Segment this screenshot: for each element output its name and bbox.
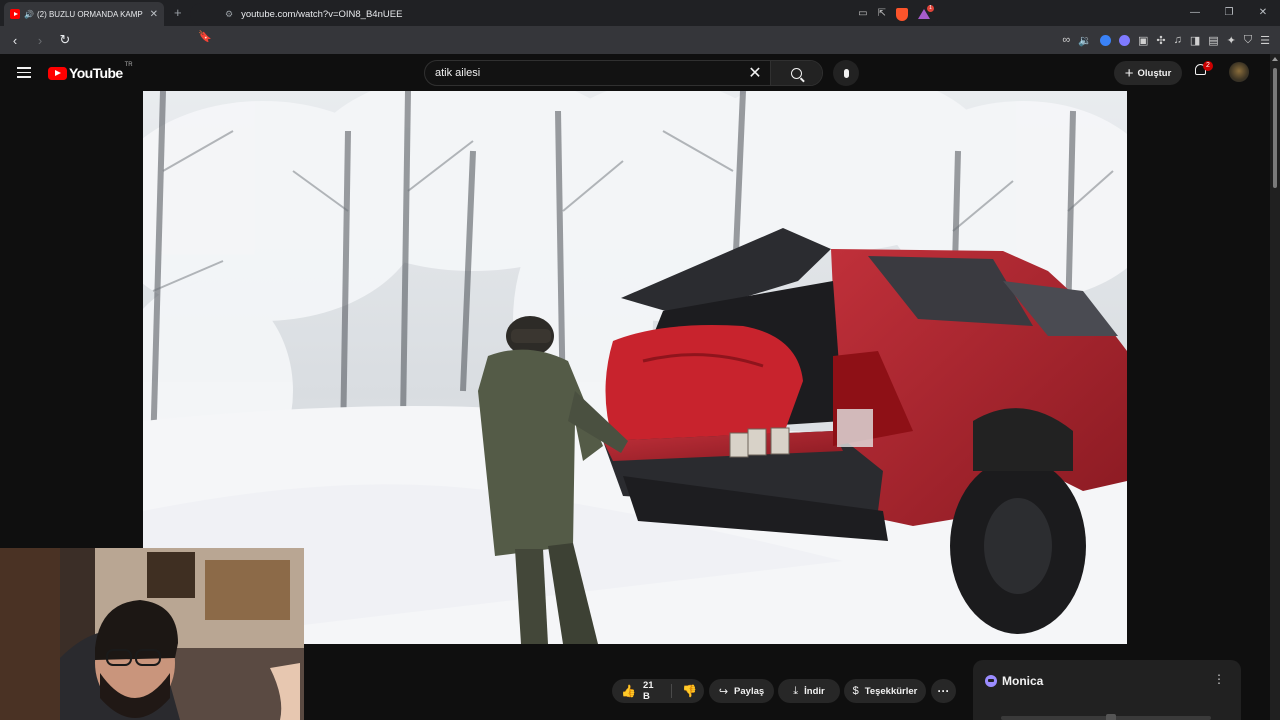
thanks-button[interactable]: $ Teşekkürler <box>844 679 926 703</box>
create-label: Oluştur <box>1137 67 1172 79</box>
window-controls: — ❐ ✕ <box>1178 0 1280 26</box>
notifications-button[interactable]: 2 <box>1193 61 1213 80</box>
puzzle-icon[interactable]: ✣ <box>1156 34 1165 47</box>
monica-logo-icon <box>985 675 997 687</box>
download-icon: ⤓ <box>793 684 799 697</box>
clear-search-icon[interactable]: ✕ <box>740 63 770 83</box>
download-button[interactable]: ⤓ İndir <box>778 679 840 703</box>
account-avatar[interactable] <box>1229 62 1249 82</box>
logo-wordmark: YouTube <box>69 65 123 81</box>
share-arrow-icon: ↪ <box>718 685 729 698</box>
download-label: İndir <box>804 685 825 697</box>
share-page-icon[interactable]: ⇱ <box>878 8 886 21</box>
monica-scrollbar[interactable] <box>1001 714 1211 720</box>
microphone-icon <box>843 68 849 78</box>
bookmark-icon[interactable]: 🔖 <box>198 30 212 43</box>
new-tab-button[interactable]: + <box>174 5 182 20</box>
address-bar-actions: ▭ ⇱ 1 <box>858 4 934 21</box>
blue-extension-icon[interactable] <box>1099 34 1111 46</box>
browser-tab-active[interactable]: 🔊 (2) BUZLU ORMANDA KAMP ✕ <box>4 2 164 26</box>
address-bar[interactable]: ⚙ youtube.com/watch?v=OIN8_B4nUEE ▭ ⇱ 1 <box>190 3 940 25</box>
super-thanks-icon: $ <box>852 685 859 697</box>
tab-title: (2) BUZLU ORMANDA KAMP <box>36 9 143 19</box>
close-window-icon[interactable]: ✕ <box>1246 0 1280 26</box>
extension-bar: ∞ 🔉 ▣ ✣ ♫ ◨ ▤ ✦ ⛉ ☰ <box>1062 26 1270 54</box>
share-label: Paylaş <box>734 685 765 697</box>
sidebar-icon[interactable]: ◨ <box>1190 34 1200 47</box>
search-icon <box>791 67 802 79</box>
scrollbar-thumb[interactable] <box>1273 68 1277 188</box>
youtube-header: YouTube TR atik ailesi ✕ + Oluştur 2 <box>0 54 1270 91</box>
youtube-play-logo-icon <box>48 66 67 80</box>
dislike-button[interactable]: 👎 <box>672 684 704 698</box>
thumbs-up-icon: 👍 <box>621 684 636 698</box>
minimize-icon[interactable]: — <box>1178 0 1212 26</box>
country-code: TR <box>124 62 133 68</box>
webcam-overlay <box>0 548 304 720</box>
thanks-label: Teşekkürler <box>864 685 918 697</box>
thumbs-down-icon: 👎 <box>682 684 697 698</box>
monica-extension-icon[interactable] <box>1118 34 1130 46</box>
youtube-logo[interactable]: YouTube TR <box>48 62 133 81</box>
like-count: 21 B <box>642 680 654 702</box>
create-button[interactable]: + Oluştur <box>1114 61 1182 85</box>
audio-extension-icon[interactable]: 🔉 <box>1078 34 1092 47</box>
sidepanel-extension-icon[interactable]: ▣ <box>1138 34 1148 47</box>
share-button[interactable]: ↪ Paylaş <box>709 679 774 703</box>
cast-icon[interactable]: ▭ <box>858 8 867 21</box>
page-scrollbar[interactable] <box>1270 54 1280 720</box>
search-box: atik ailesi ✕ <box>424 60 823 86</box>
tab-close-icon[interactable]: ✕ <box>150 9 158 20</box>
media-icon[interactable]: ♫ <box>1174 34 1182 46</box>
restore-icon[interactable]: ❐ <box>1212 0 1246 26</box>
reload-icon[interactable]: ↻ <box>55 32 75 48</box>
leo-ai-icon[interactable]: ✦ <box>1227 34 1236 47</box>
browser-menu-icon[interactable]: ☰ <box>1260 34 1270 47</box>
voice-search-button[interactable] <box>833 60 859 86</box>
like-dislike-group: 👍 21 B 👎 <box>612 679 704 703</box>
youtube-favicon-icon <box>10 9 20 19</box>
screen: 🔊 (2) BUZLU ORMANDA KAMP ✕ + — ❐ ✕ ‹ › ↻… <box>0 0 1280 720</box>
wallet-icon[interactable]: ▤ <box>1208 34 1218 47</box>
monica-menu-icon[interactable]: ⋮ <box>1213 672 1225 686</box>
monica-title: Monica <box>1002 674 1044 688</box>
webcam-frame <box>0 548 304 720</box>
search-input[interactable]: atik ailesi <box>425 67 740 79</box>
search-button[interactable] <box>770 61 822 85</box>
scroll-up-icon[interactable] <box>1272 57 1278 61</box>
monica-panel: Monica ⋮ <box>973 660 1241 720</box>
brave-shields-icon[interactable] <box>896 7 908 21</box>
more-actions-button[interactable]: ··· <box>931 679 956 703</box>
forward-icon[interactable]: › <box>30 33 50 48</box>
brave-rewards-icon[interactable]: 1 <box>918 4 934 20</box>
vpn-extension-icon[interactable]: ∞ <box>1062 34 1070 46</box>
plus-icon: + <box>1124 64 1134 82</box>
url-text[interactable]: youtube.com/watch?v=OIN8_B4nUEE <box>241 9 858 20</box>
vpn-shield-icon[interactable]: ⛉ <box>1244 34 1252 47</box>
site-settings-icon[interactable]: ⚙ <box>225 9 233 20</box>
speaker-icon[interactable]: 🔊 <box>24 10 34 19</box>
monica-header: Monica <box>985 674 1043 688</box>
back-icon[interactable]: ‹ <box>5 33 25 48</box>
like-button[interactable]: 👍 21 B <box>612 680 673 702</box>
guide-menu-icon[interactable] <box>17 67 31 78</box>
notification-badge: 2 <box>1203 61 1213 71</box>
